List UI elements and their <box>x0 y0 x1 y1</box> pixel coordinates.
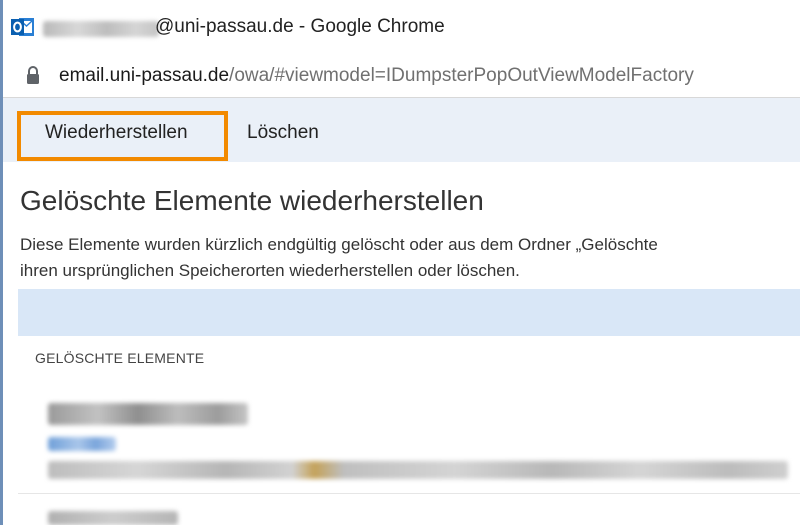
url-text[interactable]: email.uni-passau.de/owa/#viewmodel=IDump… <box>59 65 694 87</box>
list-item[interactable] <box>18 383 800 493</box>
window-title: @uni-passau.de - Google Chrome <box>155 16 445 37</box>
description-line-1: Diese Elemente wurden kürzlich endgültig… <box>20 235 658 254</box>
list-filter-band <box>18 289 800 336</box>
outlook-icon <box>11 18 34 36</box>
page-title: Gelöschte Elemente wiederherstellen <box>20 185 484 216</box>
section-header: GELÖSCHTE ELEMENTE <box>35 350 205 366</box>
delete-button[interactable]: Löschen <box>247 98 319 162</box>
redacted-sender <box>48 511 178 525</box>
window-titlebar[interactable]: @uni-passau.de - Google Chrome <box>3 0 800 55</box>
lock-icon <box>27 66 39 84</box>
restore-button[interactable]: Wiederherstellen <box>45 98 188 162</box>
description-line-2: ihren ursprünglichen Speicherorten wiede… <box>20 261 520 280</box>
list-item[interactable] <box>18 505 800 525</box>
page-description: Diese Elemente wurden kürzlich endgültig… <box>20 232 800 284</box>
item-divider <box>18 493 800 494</box>
command-toolbar: Wiederherstellen Löschen <box>3 98 800 162</box>
address-bar[interactable]: email.uni-passau.de/owa/#viewmodel=IDump… <box>3 55 800 98</box>
redacted-subject <box>48 461 788 479</box>
redacted-sender <box>48 403 248 425</box>
url-host: email.uni-passau.de <box>59 65 230 86</box>
redacted-folder <box>48 437 116 451</box>
url-path: /owa/#viewmodel=IDumpsterPopOutViewModel… <box>229 65 694 86</box>
redacted-username <box>43 21 159 37</box>
